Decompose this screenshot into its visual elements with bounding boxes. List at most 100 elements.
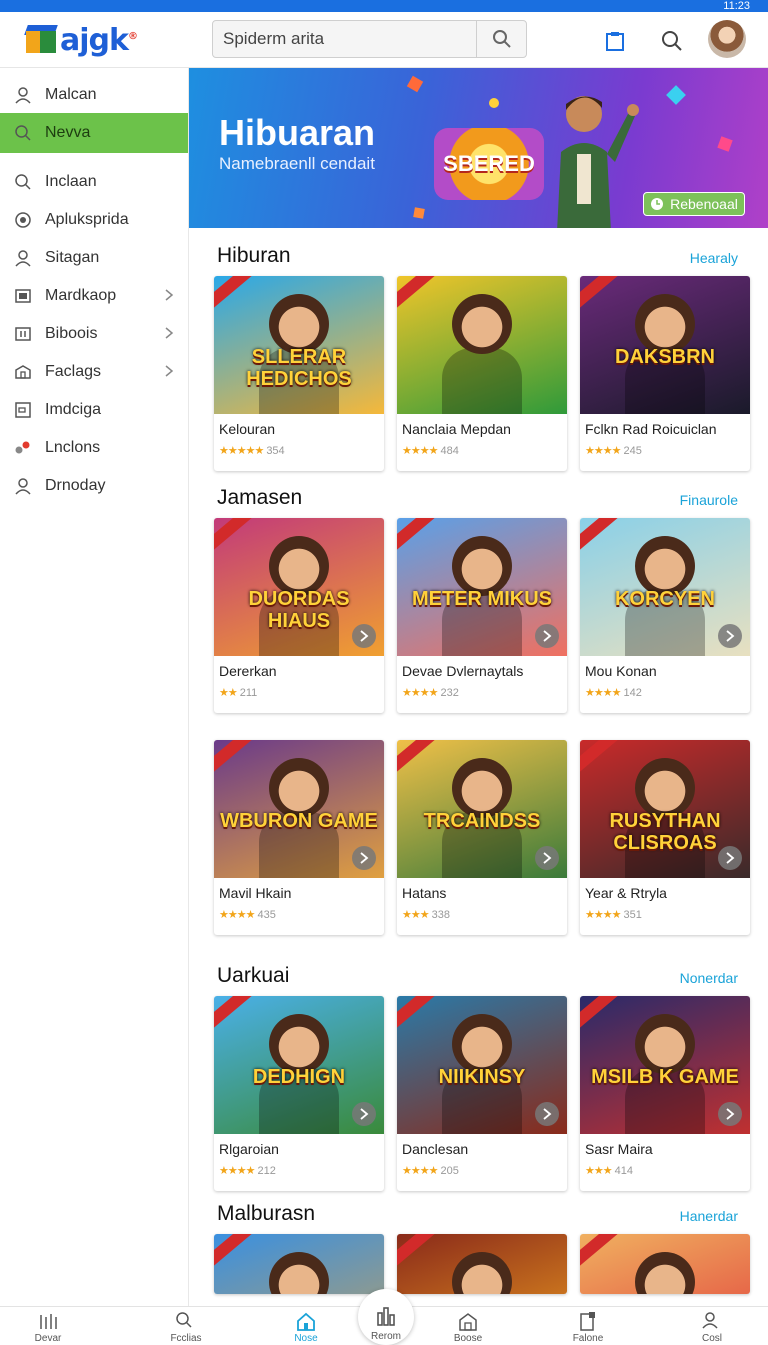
search-icon xyxy=(15,173,31,190)
game-card[interactable]: Nanclaia Mepdan ★★★★ 484 xyxy=(397,276,567,471)
sidebar-item-malcan[interactable]: Malcan xyxy=(0,76,188,113)
sidebar-item-apluksprida[interactable]: Apluksprida xyxy=(0,201,188,238)
clipboard-button[interactable] xyxy=(600,26,630,56)
section-see-all-link[interactable]: Hanerdar xyxy=(680,1208,738,1224)
game-card-image[interactable]: MEANAN xyxy=(580,1234,750,1294)
sidebar-item-label: Lnclons xyxy=(45,438,101,456)
game-card[interactable]: NIIKINSY Danclesan ★★★★ 205 xyxy=(397,996,567,1191)
bottom-nav-label: Fcclias xyxy=(170,1333,202,1344)
bottom-nav-falone[interactable]: Falone xyxy=(548,1311,628,1344)
bottom-nav-boose[interactable]: Boose xyxy=(428,1311,508,1344)
game-card-image[interactable] xyxy=(397,276,567,414)
sidebar-item-label: Imdciga xyxy=(45,400,102,418)
game-card[interactable]: METER MIKUS Devae Dvlernaytals ★★★★ 232 xyxy=(397,518,567,713)
game-card-image[interactable] xyxy=(397,1234,567,1294)
top-search-button[interactable] xyxy=(657,26,687,56)
character-head xyxy=(269,758,329,818)
game-card-image[interactable]: METER MIKUS xyxy=(397,518,567,656)
sidebar-item-sitagan[interactable]: Sitagan xyxy=(0,239,188,276)
game-card-title: Year & Rtryla xyxy=(585,885,667,901)
game-card[interactable]: MSILB K GAME Sasr Maira ★★★ 414 xyxy=(580,996,750,1191)
section-see-all-link[interactable]: Hearaly xyxy=(690,250,738,266)
sidebar-item-inclaan[interactable]: Inclaan xyxy=(0,163,188,200)
game-card-title: Mavil Hkain xyxy=(219,885,292,901)
play-button[interactable] xyxy=(535,846,559,870)
game-card-title: Dererkan xyxy=(219,663,277,679)
sidebar-item-label: Sitagan xyxy=(45,248,100,266)
game-card-title: Danclesan xyxy=(402,1141,469,1157)
sidebar-item-nevva[interactable]: Nevva xyxy=(0,113,188,153)
rating-stars: ★★★ xyxy=(402,909,430,921)
game-card[interactable]: KORCYEN Mou Konan ★★★★ 142 xyxy=(580,518,750,713)
bottom-nav-label: Boose xyxy=(453,1333,483,1344)
game-card-title: Devae Dvlernaytals xyxy=(402,663,524,679)
game-card[interactable]: DEMANS CASSAS xyxy=(214,1234,384,1294)
rating-count: 205 xyxy=(440,1165,459,1177)
game-card-image[interactable]: NIIKINSY xyxy=(397,996,567,1134)
bottom-nav-rerom[interactable]: Rerom xyxy=(346,1331,426,1342)
bottom-nav-devar[interactable]: Devar xyxy=(8,1311,88,1344)
play-button[interactable] xyxy=(718,846,742,870)
play-button[interactable] xyxy=(718,1102,742,1126)
rating-count: 338 xyxy=(431,909,450,921)
game-card[interactable]: TRCAINDSS Hatans ★★★ 338 xyxy=(397,740,567,935)
user-icon xyxy=(14,86,32,104)
search-button[interactable] xyxy=(476,21,526,57)
game-card-title: Rlgaroian xyxy=(219,1141,279,1157)
sidebar-item-lnclons[interactable]: Lnclons xyxy=(0,429,188,466)
user-avatar[interactable] xyxy=(708,20,746,58)
game-card[interactable] xyxy=(397,1234,567,1294)
sidebar-item-mardkaop[interactable]: Mardkaop xyxy=(0,277,188,314)
game-card-image[interactable]: DUORDAS HIAUS xyxy=(214,518,384,656)
game-card[interactable]: MEANAN xyxy=(580,1234,750,1294)
game-card-image[interactable]: DEMANS CASSAS xyxy=(214,1234,384,1294)
card-ribbon xyxy=(397,276,438,312)
game-card-art-title: KORCYEN xyxy=(614,588,715,610)
sidebar-item-imdciga[interactable]: Imdciga xyxy=(0,391,188,428)
doc-icon xyxy=(580,1312,595,1331)
card-ribbon xyxy=(397,1234,438,1270)
game-card[interactable]: SLLERAR HEDICHOS Kelouran ★★★★★ 354 xyxy=(214,276,384,471)
search-input[interactable] xyxy=(213,21,476,57)
game-card[interactable]: RUSYTHAN CLISROAS Year & Rtryla ★★★★ 351 xyxy=(580,740,750,935)
play-button[interactable] xyxy=(535,624,559,648)
sidebar-item-drnoday[interactable]: Drnoday xyxy=(0,467,188,504)
game-card[interactable]: WBURON GAME Mavil Hkain ★★★★ 435 xyxy=(214,740,384,935)
game-card-image[interactable]: TRCAINDSS xyxy=(397,740,567,878)
play-button[interactable] xyxy=(352,846,376,870)
rating-count: 211 xyxy=(239,687,258,699)
hero-button[interactable]: Rebenoaal xyxy=(643,192,745,216)
game-card[interactable]: DAKSBRN Fclkn Rad Roicuiclan ★★★★ 245 xyxy=(580,276,750,471)
game-card-image[interactable]: RUSYTHAN CLISROAS xyxy=(580,740,750,878)
game-card-art-title: MSILB K GAME xyxy=(591,1066,739,1088)
bottom-nav-cosl[interactable]: Cosl xyxy=(672,1311,752,1344)
section-see-all-link[interactable]: Finaurole xyxy=(680,492,738,508)
section-see-all-link[interactable]: Nonerdar xyxy=(680,970,738,986)
play-button[interactable] xyxy=(718,624,742,648)
character-head xyxy=(452,1252,512,1294)
sidebar-item-biboois[interactable]: Biboois xyxy=(0,315,188,352)
game-card-image[interactable]: SLLERAR HEDICHOS xyxy=(214,276,384,414)
game-card-image[interactable]: WBURON GAME xyxy=(214,740,384,878)
game-card-image[interactable]: DEDHIGN xyxy=(214,996,384,1134)
app-logo[interactable]: ajgk® xyxy=(24,22,138,58)
game-card[interactable]: DUORDAS HIAUS Dererkan ★★ 211 xyxy=(214,518,384,713)
search-icon xyxy=(15,125,31,141)
bars-icon xyxy=(40,1314,57,1329)
sidebar-item-faclags[interactable]: Faclags xyxy=(0,353,188,390)
play-button[interactable] xyxy=(535,1102,559,1126)
bottom-nav-nose[interactable]: Nose xyxy=(266,1311,346,1344)
game-card-image[interactable]: KORCYEN xyxy=(580,518,750,656)
play-button[interactable] xyxy=(352,624,376,648)
bottom-nav-fcclias[interactable]: Fcclias xyxy=(146,1311,226,1344)
card-ribbon xyxy=(214,518,255,554)
game-card-rating: ★★★★ 142 xyxy=(585,686,642,699)
game-card-rating: ★★★★ 351 xyxy=(585,908,642,921)
hero-banner[interactable]: Hibuaran Namebraenll cendait SBERED Rebe… xyxy=(189,68,768,228)
section-title: Jamasen xyxy=(217,486,303,509)
game-card[interactable]: DEDHIGN Rlgaroian ★★★★ 212 xyxy=(214,996,384,1191)
game-card-image[interactable]: MSILB K GAME xyxy=(580,996,750,1134)
play-button[interactable] xyxy=(352,1102,376,1126)
game-card-image[interactable]: DAKSBRN xyxy=(580,276,750,414)
rating-stars: ★★★★ xyxy=(402,687,438,699)
